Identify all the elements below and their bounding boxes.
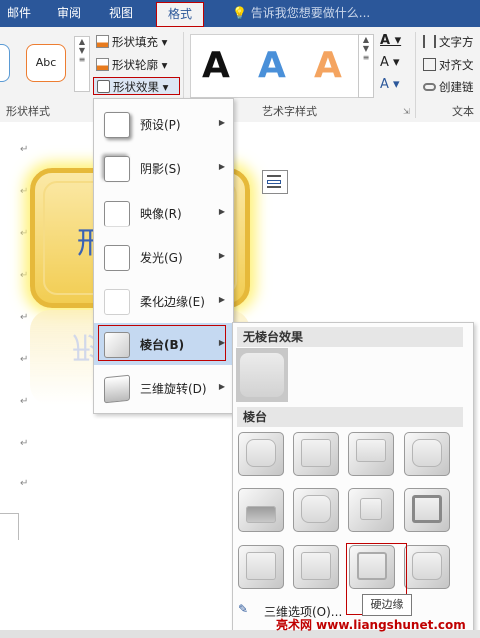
menu-item-label: 阴影(S) bbox=[140, 162, 181, 176]
menu-item-bevel[interactable]: 棱台(B) ▶ bbox=[94, 323, 233, 365]
chevron-right-icon: ▶ bbox=[218, 118, 225, 127]
paragraph-mark: ↵ bbox=[20, 438, 29, 449]
preset-icon bbox=[104, 112, 130, 138]
shape-outline-button[interactable]: 形状轮廓 ▾ bbox=[96, 56, 167, 74]
shape-styles-scroll[interactable]: ▲ ▼ ≡ bbox=[74, 36, 90, 92]
menu-item-label: 发光(G) bbox=[140, 251, 183, 265]
bevel-riblet[interactable] bbox=[293, 545, 339, 589]
text-fill-icon[interactable]: A ▾ bbox=[380, 33, 401, 48]
paragraph-mark: ↵ bbox=[20, 396, 29, 407]
tab-mailings[interactable]: 邮件 bbox=[4, 0, 34, 27]
bevel-icon bbox=[104, 332, 130, 358]
reflection-icon bbox=[104, 201, 130, 227]
menu-item-soft-edges[interactable]: 柔化边缘(E) ▶ bbox=[94, 280, 233, 322]
paragraph-mark: ↵ bbox=[20, 228, 29, 239]
bevel-art-deco[interactable] bbox=[404, 545, 450, 589]
shape-effects-menu: 预设(P) ▶ 阴影(S) ▶ 映像(R) ▶ 发光(G) ▶ 柔化边缘(E) … bbox=[93, 98, 234, 414]
group-label-text: 文本 bbox=[452, 105, 474, 118]
shape-fill-label: 形状填充 bbox=[112, 35, 158, 49]
tooltip: 硬边缘 bbox=[362, 594, 412, 616]
shape-fill-button[interactable]: 形状填充 ▾ bbox=[96, 33, 167, 51]
bevel-cross[interactable] bbox=[348, 432, 394, 476]
ribbon-divider bbox=[415, 32, 416, 118]
glow-icon bbox=[104, 245, 130, 271]
bevel-soft-round[interactable] bbox=[293, 488, 339, 532]
menu-item-reflection[interactable]: 映像(R) ▶ bbox=[94, 192, 233, 234]
bevel-circle[interactable] bbox=[238, 432, 284, 476]
align-text-icon bbox=[423, 58, 436, 71]
align-text-label: 对齐文 bbox=[439, 58, 474, 72]
paragraph-mark: ↵ bbox=[20, 478, 29, 489]
menu-item-shadow[interactable]: 阴影(S) ▶ bbox=[94, 147, 233, 189]
pencil-icon bbox=[96, 58, 109, 71]
layout-options-icon[interactable] bbox=[262, 170, 288, 194]
shape-outline-label: 形状轮廓 bbox=[112, 58, 158, 72]
link-icon bbox=[423, 83, 436, 91]
paint-bucket-icon bbox=[96, 35, 109, 48]
chevron-right-icon: ▶ bbox=[218, 295, 225, 304]
bevel-none-thumb bbox=[240, 353, 284, 397]
tell-me-text: 告诉我您想要做什么... bbox=[250, 6, 371, 20]
menu-item-label: 柔化边缘(E) bbox=[140, 295, 205, 309]
group-label-wordart-styles: 艺术字样式 bbox=[262, 105, 317, 118]
chevron-right-icon: ▶ bbox=[218, 338, 225, 347]
group-label-shape-styles: 形状样式 bbox=[6, 105, 50, 118]
menu-item-label: 棱台(B) bbox=[140, 338, 185, 352]
ribbon-tab-bar: 邮件 审阅 视图 格式 💡 告诉我您想要做什么... bbox=[0, 0, 480, 27]
no-bevel-header: 无棱台效果 bbox=[237, 327, 463, 347]
paragraph-mark: ↵ bbox=[20, 186, 29, 197]
create-link-label: 创建链 bbox=[439, 80, 474, 94]
paragraph-mark: ↵ bbox=[20, 354, 29, 365]
bevel-convex[interactable] bbox=[348, 488, 394, 532]
create-link-button[interactable]: 创建链 bbox=[423, 78, 474, 96]
bevel-relaxed-inset[interactable] bbox=[293, 432, 339, 476]
menu-item-preset[interactable]: 预设(P) ▶ bbox=[94, 103, 233, 145]
bevel-none-selected[interactable] bbox=[236, 348, 288, 402]
chevron-right-icon: ▶ bbox=[218, 251, 225, 260]
chevron-right-icon: ▶ bbox=[218, 382, 225, 391]
tab-review[interactable]: 审阅 bbox=[52, 0, 86, 27]
dialog-launcher-icon[interactable]: ⇲ bbox=[403, 107, 410, 116]
paragraph-mark: ↵ bbox=[20, 312, 29, 323]
menu-item-glow[interactable]: 发光(G) ▶ bbox=[94, 236, 233, 278]
menu-item-3d-rotation[interactable]: 三维旋转(D) ▶ bbox=[94, 367, 233, 409]
tell-me-search[interactable]: 💡 告诉我您想要做什么... bbox=[232, 0, 370, 27]
bevel-angle[interactable] bbox=[238, 488, 284, 532]
chevron-right-icon: ▶ bbox=[218, 207, 225, 216]
wordart-style-orange[interactable]: A bbox=[314, 45, 342, 86]
wordart-style-blue[interactable]: A bbox=[258, 45, 286, 86]
bevel-cool-slant[interactable] bbox=[404, 432, 450, 476]
text-direction-icon bbox=[423, 35, 436, 48]
text-direction-label: 文字方 bbox=[439, 35, 474, 49]
shape-style-preset-1[interactable] bbox=[0, 44, 10, 82]
menu-item-label: 预设(P) bbox=[140, 118, 181, 132]
bevel-divot[interactable] bbox=[238, 545, 284, 589]
3d-options-icon: ✎ bbox=[238, 602, 249, 616]
site-watermark: 亮术网 www.liangshunet.com bbox=[276, 618, 466, 632]
text-effects-icon[interactable]: A ▾ bbox=[380, 77, 400, 92]
shadow-icon bbox=[104, 156, 130, 182]
chevron-right-icon: ▶ bbox=[218, 162, 225, 171]
page-margin-corner bbox=[0, 513, 19, 540]
paragraph-mark: ↵ bbox=[20, 270, 29, 281]
shape-effects-button[interactable]: 形状效果 ▾ bbox=[93, 77, 180, 95]
bevel-slope[interactable] bbox=[404, 488, 450, 532]
tab-format[interactable]: 格式 bbox=[156, 2, 204, 27]
shape-effects-icon bbox=[97, 80, 110, 93]
soft-edges-icon bbox=[104, 289, 130, 315]
shape-style-preset-2[interactable]: Abc bbox=[26, 44, 66, 82]
shape-effects-label: 形状效果 bbox=[113, 80, 159, 94]
menu-item-label: 映像(R) bbox=[140, 207, 182, 221]
text-direction-button[interactable]: 文字方 bbox=[423, 33, 474, 51]
wordart-style-black[interactable]: A bbox=[202, 45, 230, 86]
paragraph-mark: ↵ bbox=[20, 144, 29, 155]
3d-rotation-icon bbox=[104, 374, 130, 404]
align-text-button[interactable]: 对齐文 bbox=[423, 56, 474, 74]
bevel-header: 棱台 bbox=[237, 407, 463, 427]
menu-item-label: 三维旋转(D) bbox=[140, 382, 207, 396]
text-outline-icon[interactable]: A ▾ bbox=[380, 55, 400, 70]
tab-view[interactable]: 视图 bbox=[104, 0, 138, 27]
lightbulb-icon: 💡 bbox=[232, 6, 247, 20]
wordart-scroll[interactable]: ▲ ▼ ≡ bbox=[358, 34, 374, 98]
